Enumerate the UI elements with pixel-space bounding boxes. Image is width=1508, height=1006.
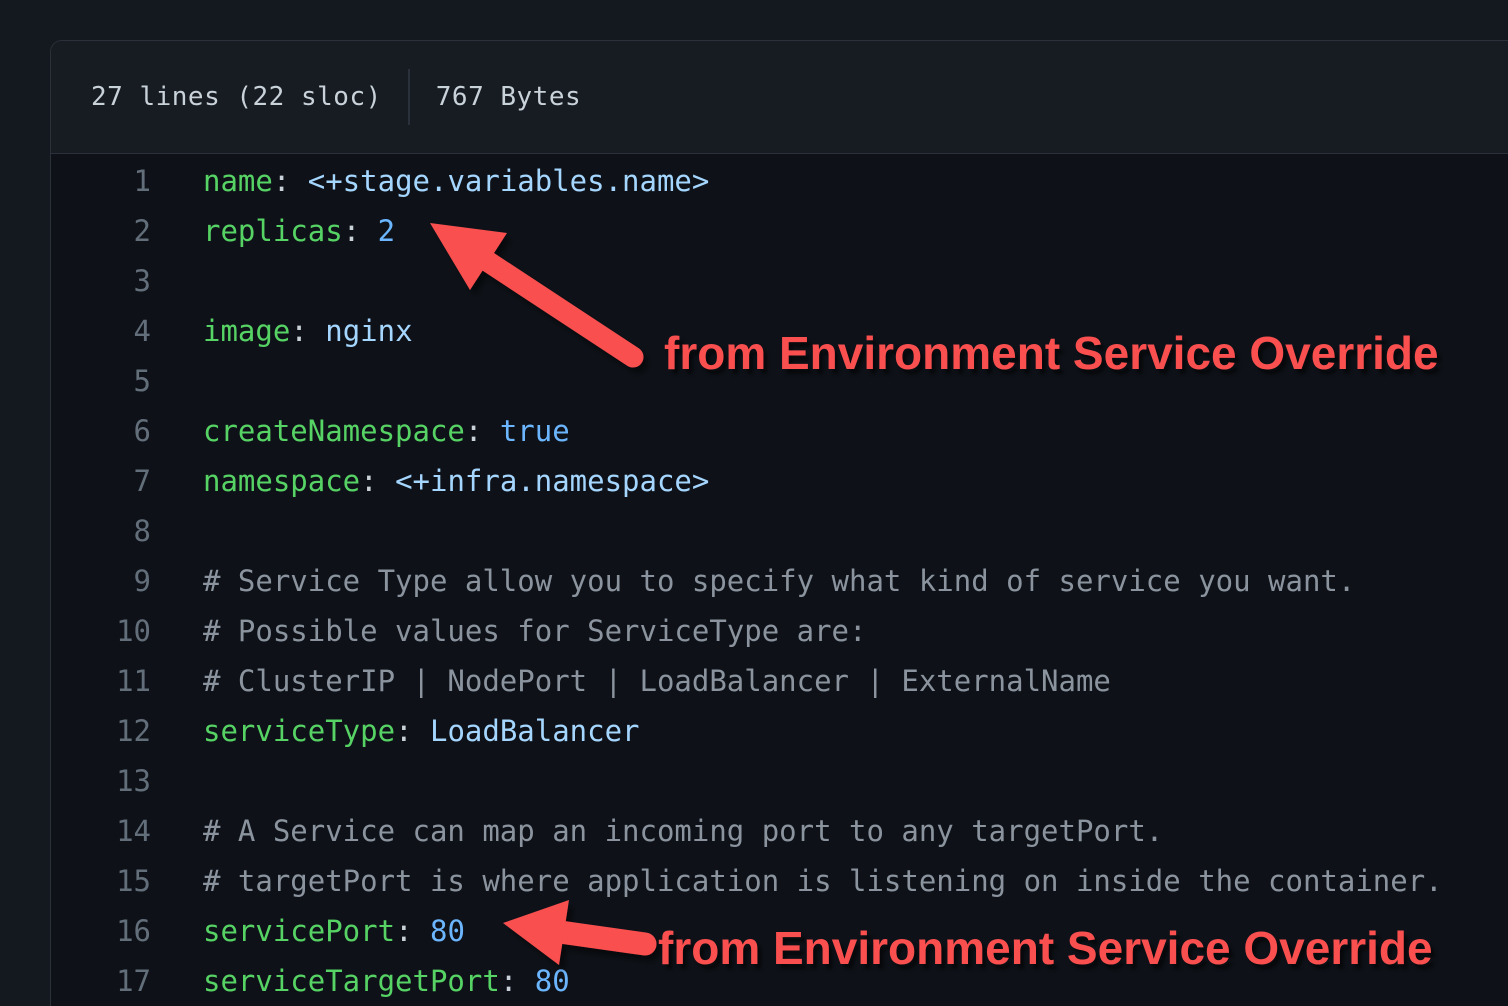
token-str: LoadBalancer — [430, 714, 640, 748]
code-line: 8 — [51, 506, 1508, 556]
code-line: 16 servicePort: 80 — [51, 906, 1508, 956]
line-number[interactable]: 15 — [51, 856, 151, 906]
code-line-text: replicas: 2 — [151, 206, 395, 256]
code-line: 12 serviceType: LoadBalancer — [51, 706, 1508, 756]
token-key: serviceType — [203, 714, 395, 748]
token-punc: : — [465, 414, 500, 448]
token-punc: : — [500, 964, 535, 998]
code-line-text: servicePort: 80 — [151, 906, 465, 956]
code-line-text: # ClusterIP | NodePort | LoadBalancer | … — [151, 656, 1111, 706]
line-number[interactable]: 1 — [51, 156, 151, 206]
line-number[interactable]: 11 — [51, 656, 151, 706]
line-number[interactable]: 2 — [51, 206, 151, 256]
line-number[interactable]: 5 — [51, 356, 151, 406]
token-str: <+infra.namespace> — [395, 464, 709, 498]
token-comment: # Service Type allow you to specify what… — [203, 564, 1355, 598]
code-line: 5 — [51, 356, 1508, 406]
code-line-text — [151, 256, 203, 306]
header-divider — [408, 69, 410, 125]
file-card: 27 lines (22 sloc) 767 Bytes 1 name: <+s… — [50, 40, 1508, 1006]
code-line-text — [151, 506, 203, 556]
token-str: nginx — [325, 314, 412, 348]
token-punc: : — [360, 464, 395, 498]
token-punc: : — [395, 914, 430, 948]
code-line-text: image: nginx — [151, 306, 413, 356]
code-line-text — [151, 756, 203, 806]
code-line-text: # Service Type allow you to specify what… — [151, 556, 1355, 606]
code-line: 4 image: nginx — [51, 306, 1508, 356]
code-viewer: 1 name: <+stage.variables.name> 2 replic… — [51, 154, 1508, 1006]
line-number[interactable]: 4 — [51, 306, 151, 356]
token-key: replicas — [203, 214, 343, 248]
token-key: servicePort — [203, 914, 395, 948]
token-punc: : — [273, 164, 308, 198]
code-line-text: # A Service can map an incoming port to … — [151, 806, 1163, 856]
code-line: 1 name: <+stage.variables.name> — [51, 156, 1508, 206]
line-number[interactable]: 7 — [51, 456, 151, 506]
file-size: 767 Bytes — [436, 82, 581, 112]
line-number[interactable]: 13 — [51, 756, 151, 806]
file-lines-summary: 27 lines (22 sloc) — [91, 82, 382, 112]
code-line: 15 # targetPort is where application is … — [51, 856, 1508, 906]
token-comment: # targetPort is where application is lis… — [203, 864, 1443, 898]
token-const: 2 — [378, 214, 395, 248]
token-key: namespace — [203, 464, 360, 498]
code-line-text: serviceType: LoadBalancer — [151, 706, 640, 756]
code-line-text: # Possible values for ServiceType are: — [151, 606, 866, 656]
token-comment: # Possible values for ServiceType are: — [203, 614, 866, 648]
code-line: 17 serviceTargetPort: 80 — [51, 956, 1508, 1006]
code-line: 10 # Possible values for ServiceType are… — [51, 606, 1508, 656]
code-line: 14 # A Service can map an incoming port … — [51, 806, 1508, 856]
token-key: name — [203, 164, 273, 198]
code-line: 13 — [51, 756, 1508, 806]
token-const: 80 — [535, 964, 570, 998]
line-number[interactable]: 8 — [51, 506, 151, 556]
line-number[interactable]: 12 — [51, 706, 151, 756]
line-number[interactable]: 9 — [51, 556, 151, 606]
token-punc: : — [290, 314, 325, 348]
line-number[interactable]: 3 — [51, 256, 151, 306]
code-line: 11 # ClusterIP | NodePort | LoadBalancer… — [51, 656, 1508, 706]
token-str: <+stage.variables.name> — [308, 164, 710, 198]
code-line: 2 replicas: 2 — [51, 206, 1508, 256]
token-comment: # A Service can map an incoming port to … — [203, 814, 1163, 848]
token-key: createNamespace — [203, 414, 465, 448]
line-number[interactable]: 14 — [51, 806, 151, 856]
code-line-text: createNamespace: true — [151, 406, 570, 456]
token-punc: : — [395, 714, 430, 748]
code-line: 7 namespace: <+infra.namespace> — [51, 456, 1508, 506]
line-number[interactable]: 17 — [51, 956, 151, 1006]
token-punc: : — [343, 214, 378, 248]
code-line-text: namespace: <+infra.namespace> — [151, 456, 709, 506]
line-number[interactable]: 16 — [51, 906, 151, 956]
code-line: 6 createNamespace: true — [51, 406, 1508, 456]
line-number[interactable]: 10 — [51, 606, 151, 656]
code-line-text: name: <+stage.variables.name> — [151, 156, 709, 206]
code-line: 3 — [51, 256, 1508, 306]
line-number[interactable]: 6 — [51, 406, 151, 456]
code-line-text: # targetPort is where application is lis… — [151, 856, 1443, 906]
file-header: 27 lines (22 sloc) 767 Bytes — [51, 41, 1508, 154]
token-key: image — [203, 314, 290, 348]
token-const: 80 — [430, 914, 465, 948]
token-const: true — [500, 414, 570, 448]
token-comment: # ClusterIP | NodePort | LoadBalancer | … — [203, 664, 1111, 698]
code-lines: 1 name: <+stage.variables.name> 2 replic… — [51, 156, 1508, 1006]
token-key: serviceTargetPort — [203, 964, 500, 998]
code-line: 9 # Service Type allow you to specify wh… — [51, 556, 1508, 606]
code-line-text — [151, 356, 203, 406]
code-line-text: serviceTargetPort: 80 — [151, 956, 570, 1006]
